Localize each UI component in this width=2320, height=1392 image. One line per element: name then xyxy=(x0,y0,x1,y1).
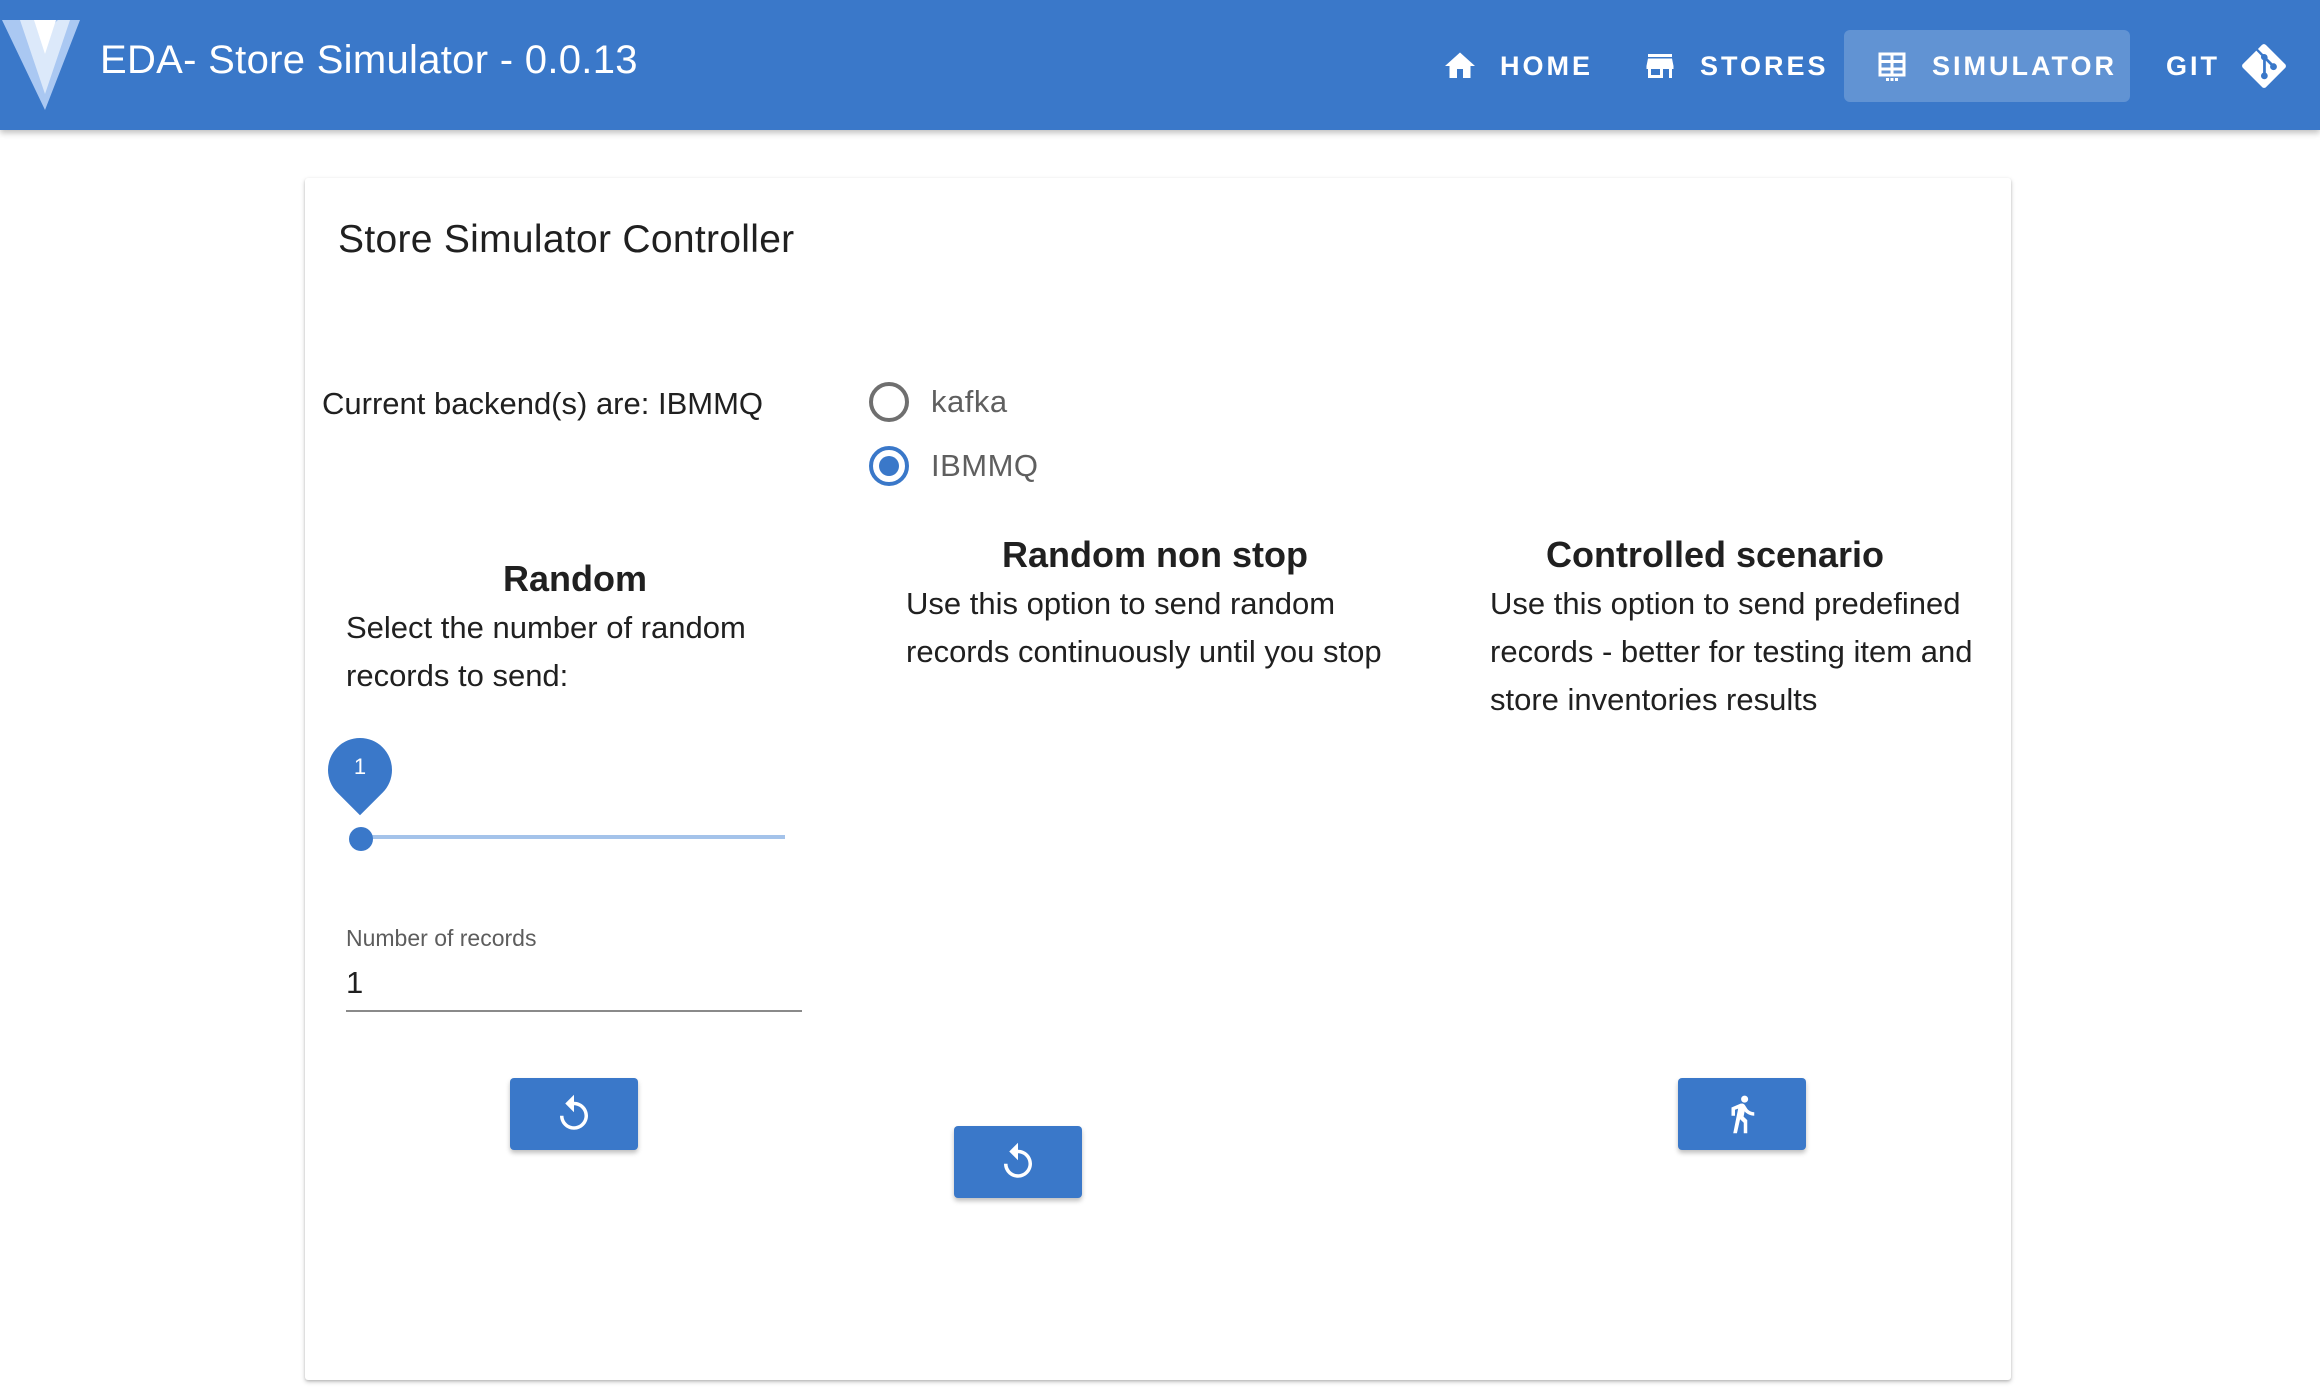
controlled-scenario-description: Use this option to send predefined recor… xyxy=(1490,586,1973,717)
git-icon xyxy=(2242,44,2286,88)
current-backend-text: Current backend(s) are: IBMMQ xyxy=(322,386,764,421)
records-slider-track[interactable] xyxy=(361,835,785,839)
nav-stores-label: STORES xyxy=(1700,50,1829,81)
number-of-records-label: Number of records xyxy=(346,925,537,951)
radio-checked-icon[interactable] xyxy=(869,446,909,486)
controlled-scenario-title: Controlled scenario xyxy=(1545,534,1885,575)
number-of-records-input[interactable] xyxy=(346,956,802,1012)
nav-stores-button[interactable]: STORES xyxy=(1612,30,1859,102)
vuetify-logo-icon xyxy=(2,20,80,110)
restart-icon xyxy=(1004,1142,1032,1178)
restart-icon xyxy=(560,1094,588,1130)
table-icon xyxy=(1878,52,1906,81)
random-title: Random xyxy=(503,558,647,599)
app-bar: EDA- Store Simulator - 0.0.13 HOME STORE… xyxy=(0,0,2320,130)
random-send-button[interactable] xyxy=(510,1078,638,1150)
random-description: Select the number of random records to s… xyxy=(346,610,746,693)
backend-option-ibmmq[interactable]: IBMMQ xyxy=(869,434,1039,498)
records-slider-thumb[interactable] xyxy=(349,827,373,851)
store-icon xyxy=(1646,54,1674,78)
home-icon xyxy=(1445,52,1475,78)
random-non-stop-description: Use this option to send random records c… xyxy=(906,586,1382,669)
radio-unchecked-icon[interactable] xyxy=(869,382,909,422)
nav-simulator-label: SIMULATOR xyxy=(1932,50,2117,81)
backend-option-label: kafka xyxy=(931,384,1008,419)
nav-simulator-button[interactable]: SIMULATOR xyxy=(1844,30,2130,102)
random-non-stop-title: Random non stop xyxy=(1002,534,1308,575)
run-icon xyxy=(1731,1095,1755,1134)
app-title: EDA- Store Simulator - 0.0.13 xyxy=(100,38,638,82)
random-non-stop-button[interactable] xyxy=(954,1126,1082,1198)
card-title: Store Simulator Controller xyxy=(338,218,795,261)
nav-home-button[interactable]: HOME xyxy=(1412,30,1623,102)
slider-value-label: 1 xyxy=(353,754,367,779)
backend-option-label: IBMMQ xyxy=(931,448,1039,483)
nav-git-button[interactable]: GIT xyxy=(2136,30,2316,102)
simulator-card: Store Simulator Controller Current backe… xyxy=(305,178,2011,1380)
nav-git-label: GIT xyxy=(2166,50,2220,81)
nav-home-label: HOME xyxy=(1500,50,1593,81)
backend-radio-group: kafka IBMMQ xyxy=(869,370,1039,498)
controlled-scenario-button[interactable] xyxy=(1678,1078,1806,1150)
backend-option-kafka[interactable]: kafka xyxy=(869,370,1039,434)
